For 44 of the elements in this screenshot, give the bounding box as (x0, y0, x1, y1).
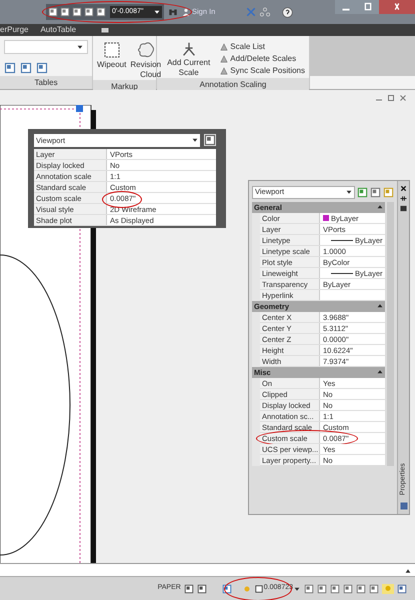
scroll-up-icon (405, 568, 411, 574)
caret-icon (377, 303, 383, 309)
caret-icon (77, 44, 83, 50)
ribbon-tab[interactable]: erPurge (0, 24, 28, 36)
maximize-icon[interactable] (357, 0, 379, 14)
ribbon-button[interactable]: Sync Scale Positions (220, 66, 305, 76)
toolbar-icon[interactable] (96, 7, 106, 17)
user-icon (182, 8, 190, 16)
caret-icon (346, 189, 352, 195)
grip-handle[interactable] (76, 105, 83, 112)
toolbar-icon[interactable] (72, 7, 82, 17)
dashed-rectangle-icon (102, 40, 122, 60)
ribbon-tab[interactable]: AutoTable (40, 24, 76, 36)
panel-title: Tables (0, 76, 92, 89)
help-icon[interactable] (282, 6, 293, 18)
panel-title: Annotation Scaling (157, 78, 309, 91)
binoculars-icon[interactable] (168, 7, 178, 17)
highlight-ellipse (102, 191, 142, 208)
toolbar-icon[interactable] (84, 7, 94, 17)
ribbon-button[interactable]: Wipeout (97, 40, 126, 80)
network-icon[interactable] (260, 7, 270, 17)
restore-icon[interactable] (387, 94, 395, 102)
ribbon-button[interactable]: Add/Delete Scales (220, 54, 305, 64)
highlight-ellipse (224, 577, 292, 600)
cloud-icon (136, 40, 156, 60)
add-current-scale-button[interactable]: Add Current Scale (161, 40, 216, 78)
caret-icon (154, 9, 160, 15)
caret-icon (192, 137, 198, 143)
dropdown-field[interactable] (4, 40, 88, 54)
properties-icon[interactable] (400, 502, 408, 510)
viewport-icon (254, 584, 263, 592)
toolbar-icon[interactable] (48, 7, 58, 17)
line-sample (331, 272, 353, 274)
properties-icon[interactable] (400, 205, 407, 212)
caret-icon (294, 586, 300, 592)
toolbar-icon[interactable] (60, 7, 70, 17)
caret-icon (377, 369, 383, 375)
auto-hide-icon[interactable] (400, 195, 407, 202)
ribbon-button[interactable]: Revision Cloud (130, 40, 162, 80)
minimize-icon[interactable] (335, 0, 357, 14)
close-icon[interactable] (400, 185, 407, 192)
toolbar-icon[interactable] (369, 584, 379, 594)
ribbon-button[interactable]: Scale List (220, 42, 305, 52)
caret-icon (377, 204, 383, 210)
